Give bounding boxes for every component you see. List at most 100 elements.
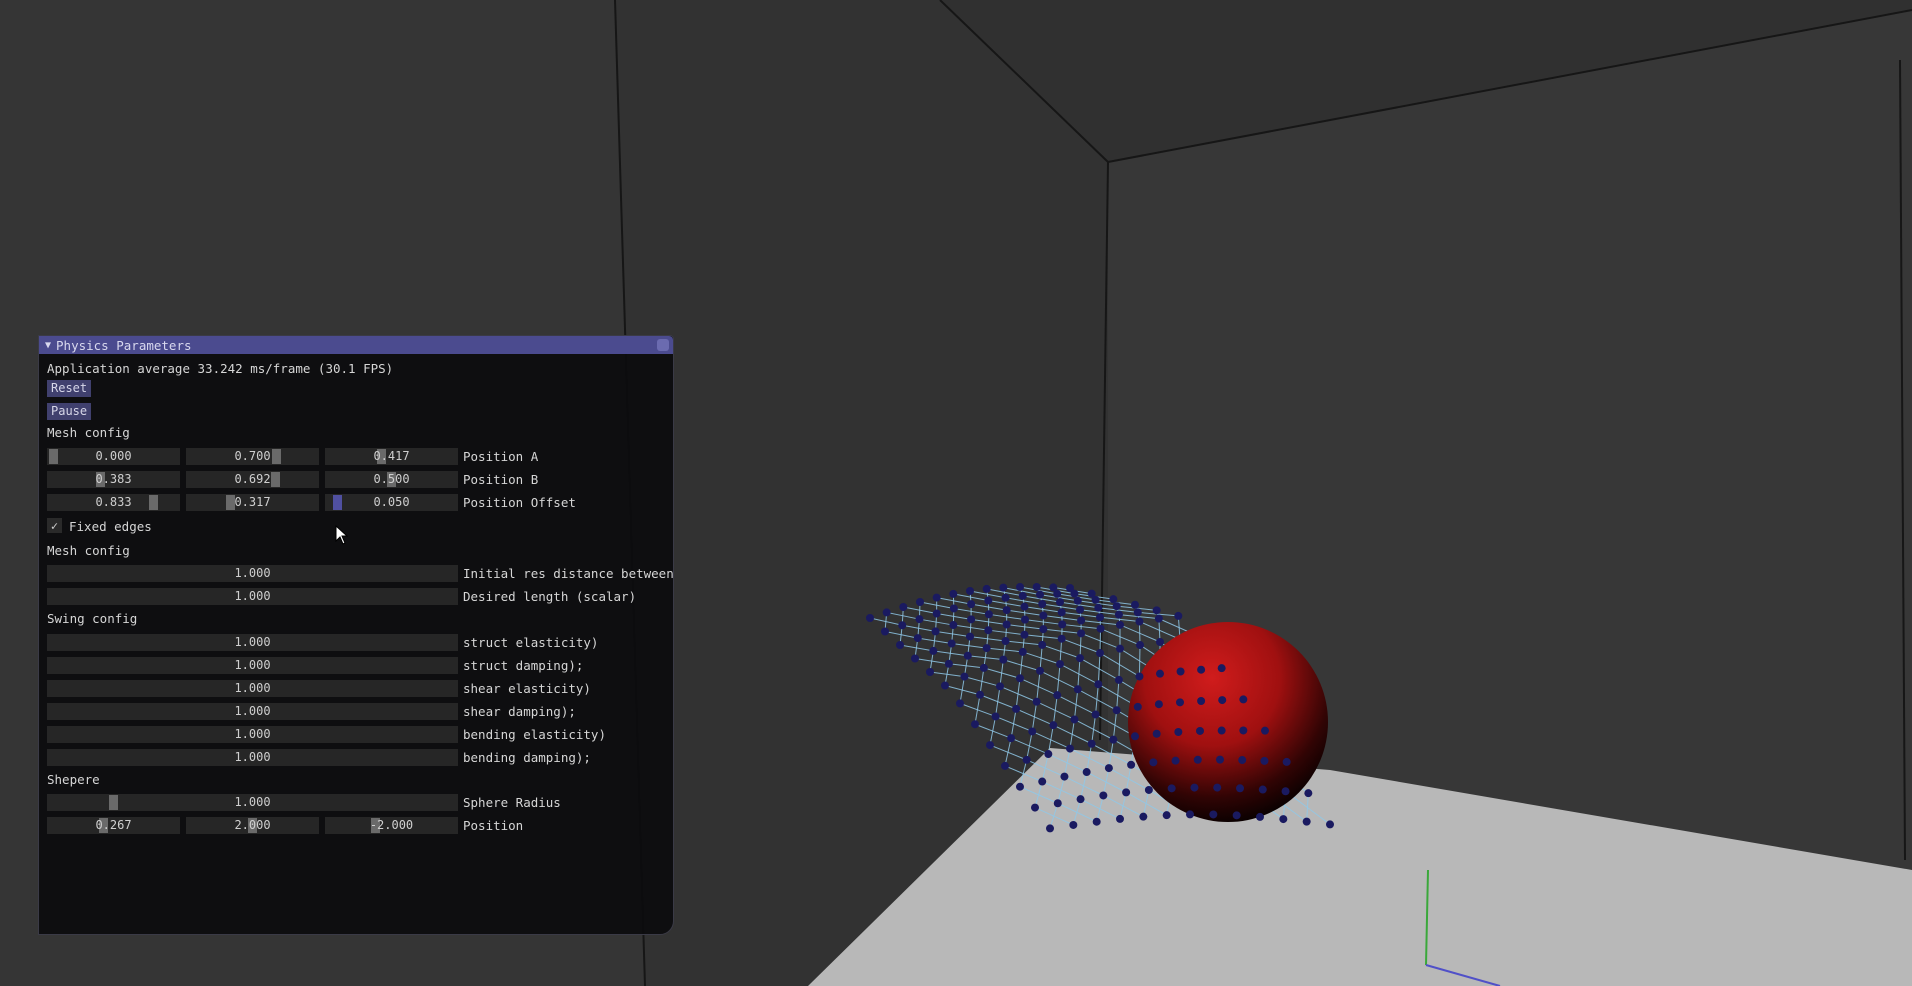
position-b-x-slider[interactable]: 0.383 xyxy=(47,471,180,488)
sphere-position-x-slider[interactable]: 0.267 xyxy=(47,817,180,834)
cloth-node xyxy=(1154,700,1163,709)
cloth-node xyxy=(982,644,991,653)
reset-button[interactable]: Reset xyxy=(47,380,92,397)
bending-elasticity-slider[interactable]: 1.000 xyxy=(47,726,458,743)
section-header-mesh-config: Mesh config xyxy=(47,425,130,440)
cloth-node xyxy=(967,600,976,609)
cloth-node xyxy=(1104,764,1113,773)
position-b-y-slider[interactable]: 0.692 xyxy=(186,471,319,488)
cloth-node xyxy=(1261,726,1269,735)
shear-damping-slider[interactable]: 1.000 xyxy=(47,703,458,720)
cloth-node xyxy=(1239,726,1248,735)
cloth-node xyxy=(866,614,874,622)
cloth-node xyxy=(1016,674,1024,683)
cloth-node xyxy=(1094,603,1103,612)
cloth-node xyxy=(991,712,1000,721)
cloth-node xyxy=(896,641,904,649)
cloth-node xyxy=(1049,721,1058,730)
cloth-node xyxy=(1002,606,1011,615)
cloth-node xyxy=(1091,710,1100,719)
cloth-node xyxy=(956,699,964,708)
sphere-radius-slider[interactable]: 1.000 xyxy=(47,794,458,811)
cloth-node xyxy=(1209,810,1218,819)
cloth-node xyxy=(1018,591,1027,600)
position-b-z-slider[interactable]: 0.500 xyxy=(325,471,458,488)
desired-length-label: Desired length (scalar) xyxy=(463,589,637,604)
cloth-node xyxy=(986,741,994,750)
cloth-node xyxy=(1174,611,1183,620)
cloth-node xyxy=(1092,817,1101,826)
cloth-node xyxy=(915,615,924,624)
position-a-x-slider[interactable]: 0.000 xyxy=(47,448,180,465)
cloth-node xyxy=(1022,755,1031,764)
cloth-node xyxy=(1281,787,1290,796)
cloth-node xyxy=(911,654,919,663)
cloth-node xyxy=(1131,600,1139,609)
cloth-node xyxy=(1016,583,1024,592)
cloth-node xyxy=(1216,755,1224,764)
collision-sphere[interactable] xyxy=(1128,622,1328,822)
cloth-node xyxy=(1073,596,1082,605)
bending-damping-slider[interactable]: 1.000 xyxy=(47,749,458,766)
cloth-node xyxy=(1001,593,1010,602)
cloth-node xyxy=(1044,750,1053,759)
cloth-node xyxy=(1156,637,1164,646)
cloth-node xyxy=(1039,611,1048,620)
pause-button[interactable]: Pause xyxy=(47,403,92,420)
position-offset-z-slider[interactable]: 0.050 xyxy=(325,494,458,511)
cloth-node xyxy=(984,596,993,605)
cloth-node xyxy=(1020,602,1029,611)
cloth-node xyxy=(1094,680,1103,689)
cloth-node xyxy=(1260,756,1269,765)
fixed-edges-checkbox[interactable]: ✓ xyxy=(47,518,62,533)
shear-elasticity-slider[interactable]: 1.000 xyxy=(47,680,458,697)
cloth-node xyxy=(1135,617,1144,626)
cloth-node xyxy=(1152,606,1161,615)
cloth-node xyxy=(1021,615,1029,624)
struct-elasticity-label: struct elasticity) xyxy=(463,635,599,650)
cloth-node xyxy=(1020,630,1029,639)
cloth-node xyxy=(1032,697,1041,706)
cloth-node xyxy=(1197,665,1206,674)
cloth-node xyxy=(1012,704,1021,713)
cloth-node xyxy=(1217,664,1226,673)
physics-parameters-window[interactable]: ▼ Physics Parameters Application average… xyxy=(38,335,674,935)
cloth-node xyxy=(1135,672,1144,681)
cloth-node xyxy=(1139,812,1148,821)
cloth-node xyxy=(1162,811,1171,820)
position-b-label: Position B xyxy=(463,472,539,487)
desired-length-slider[interactable]: 1.000 xyxy=(47,588,458,605)
struct-elasticity-slider[interactable]: 1.000 xyxy=(47,634,458,651)
checkmark-icon: ✓ xyxy=(50,518,59,533)
section-header-sphere: Shepere xyxy=(47,772,100,787)
cloth-node xyxy=(1114,610,1123,619)
position-offset-x-slider[interactable]: 0.833 xyxy=(47,494,180,511)
window-titlebar[interactable]: ▼ Physics Parameters xyxy=(39,336,673,354)
cloth-node xyxy=(1116,644,1124,653)
cloth-node xyxy=(949,621,958,630)
sphere-position-y-slider[interactable]: 2.000 xyxy=(186,817,319,834)
cloth-node xyxy=(966,632,974,641)
cloth-node xyxy=(1077,616,1086,625)
cloth-node xyxy=(947,639,956,648)
position-a-z-slider[interactable]: 0.417 xyxy=(325,448,458,465)
cloth-node xyxy=(1056,598,1064,607)
cloth-node xyxy=(1018,647,1027,656)
cloth-node xyxy=(1190,783,1199,792)
collapse-triangle-icon[interactable]: ▼ xyxy=(45,340,51,351)
cloth-node xyxy=(932,593,941,602)
cloth-node xyxy=(1144,785,1153,794)
position-offset-y-slider[interactable]: 0.317 xyxy=(186,494,319,511)
cloth-node xyxy=(1127,760,1136,769)
position-offset-label: Position Offset xyxy=(463,495,576,510)
sphere-position-z-slider[interactable]: -2.000 xyxy=(325,817,458,834)
cloth-node xyxy=(1256,812,1264,821)
struct-damping-slider[interactable]: 1.000 xyxy=(47,657,458,674)
cloth-node xyxy=(926,668,934,676)
initial-res-distance-slider[interactable]: 1.000 xyxy=(47,565,458,582)
cloth-node xyxy=(1057,608,1066,617)
position-a-y-slider[interactable]: 0.700 xyxy=(186,448,319,465)
cloth-node xyxy=(1116,620,1124,629)
window-close-icon[interactable] xyxy=(657,339,669,351)
cloth-node xyxy=(1112,602,1121,611)
